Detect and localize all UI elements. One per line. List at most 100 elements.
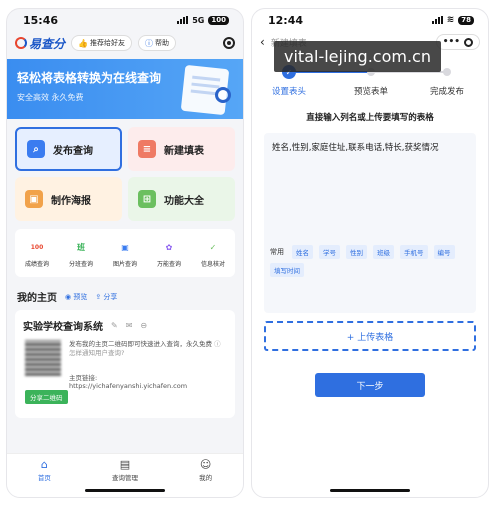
- tool-label: 成绩查询: [24, 260, 49, 268]
- invite-button[interactable]: 👍 推荐给好友: [71, 35, 132, 51]
- promo-banner[interactable]: 轻松将表格转换为在线查询 安全高效 永久免费: [7, 59, 243, 119]
- step-label-publish: 完成发布: [429, 87, 465, 97]
- tab-mine[interactable]: ☺ 我的: [199, 458, 213, 497]
- app-logo: 易查分: [15, 35, 65, 52]
- homepage-card: 实验学校查询系统 ✎ ✉ ⊖ 发布我的主页二维码即可快速进入查询，永久免费 ⓘ …: [15, 310, 235, 418]
- home-indicator: [85, 489, 165, 492]
- tool-label: 分班查询: [68, 260, 93, 268]
- tab-home[interactable]: ⌂ 首页: [37, 458, 51, 497]
- picture-icon: ▣: [121, 243, 129, 252]
- card-desc-text: 发布我的主页二维码即可快速进入查询，永久免费: [69, 340, 212, 348]
- common-label: 常用: [270, 248, 284, 256]
- help-question-link[interactable]: 怎样通知用户查询?: [69, 349, 124, 357]
- card-description: 发布我的主页二维码即可快速进入查询，永久免费 ⓘ 怎样通知用户查询?: [69, 340, 227, 358]
- chip-class[interactable]: 班级: [373, 245, 394, 259]
- instruction-text: 直接输入列名或上传要填写的表格: [306, 113, 434, 123]
- publish-query-tile[interactable]: ⌕ 发布查询: [15, 127, 122, 171]
- phone-home-screen: 15:46 5G 100 易查分 👍 推荐给好友 ⓘ 帮助 轻松将表格转换为在线…: [6, 8, 244, 498]
- help-label: 帮助: [154, 39, 169, 47]
- my-home-header: 我的主页 ◉ 预览 ⇪ 分享: [7, 277, 243, 310]
- search-doc-icon: ⌕: [27, 140, 45, 158]
- column-input-area[interactable]: 姓名,性别,家庭住址,联系电话,特长,获奖情况 常用 姓名 学号 性别 班级 手…: [264, 133, 476, 313]
- help-question-icon: ⓘ: [214, 340, 221, 348]
- phone-new-form-screen: 12:44 ≋ 78 ‹ 新建填表 ••• vital-lejing.com.c…: [251, 8, 489, 498]
- back-chevron-icon[interactable]: ‹: [260, 35, 265, 49]
- edit-icon[interactable]: ✎: [111, 321, 118, 330]
- flower-icon: ✿: [165, 243, 173, 252]
- more-icon[interactable]: •••: [443, 37, 460, 47]
- thumbs-up-icon: 👍: [78, 38, 88, 48]
- tile-label: 发布查询: [53, 145, 93, 157]
- tool-score-query[interactable]: 100 成绩查询: [25, 241, 49, 268]
- tool-class-query[interactable]: 班 分班查询: [69, 241, 93, 268]
- all-features-tile[interactable]: ⊞ 功能大全: [128, 177, 235, 221]
- homepage-link-label: 主页链接:: [69, 374, 98, 382]
- upload-table-button[interactable]: + 上传表格: [264, 321, 476, 351]
- help-button[interactable]: ⓘ 帮助: [137, 35, 176, 51]
- tool-label: 信息核对: [200, 260, 225, 268]
- common-fields: 常用 姓名 学号 性别 班级 手机号 编号 填写时间: [270, 245, 470, 277]
- signal-icon: [431, 16, 443, 24]
- form-icon: ≡: [138, 140, 156, 158]
- tool-info-check[interactable]: ✓ 信息核对: [201, 241, 225, 268]
- miniprogram-close-icon[interactable]: [464, 37, 473, 47]
- chip-fill-time[interactable]: 填写时间: [270, 263, 304, 277]
- chip-student-id[interactable]: 学号: [319, 245, 340, 259]
- chip-name[interactable]: 姓名: [292, 245, 313, 259]
- user-icon: ☺: [199, 457, 212, 471]
- status-bar: 15:46 5G 100: [7, 9, 243, 31]
- main-actions: ⌕ 发布查询 ≡ 新建填表 ▣ 制作海报 ⊞ 功能大全: [7, 119, 243, 221]
- status-icons: ≋ 78: [431, 15, 474, 25]
- check-icon: ✓: [209, 243, 217, 252]
- miniprogram-capsule[interactable]: •••: [435, 34, 480, 50]
- watermark: vital-lejing.com.cn: [274, 41, 441, 72]
- manage-icon: ▤: [119, 457, 131, 471]
- tool-label: 图片查询: [112, 260, 137, 268]
- status-time: 12:44: [268, 13, 304, 27]
- share-qr-button[interactable]: 分享二维码: [25, 390, 68, 404]
- home-indicator: [330, 489, 410, 492]
- magnifier-icon: [215, 87, 231, 103]
- next-step-button[interactable]: 下一步: [315, 373, 425, 397]
- homepage-link[interactable]: https://yichafenyanshi.yichafen.com: [69, 382, 187, 390]
- wifi-icon: ≋: [446, 15, 455, 25]
- tab-label: 查询管理: [111, 474, 138, 482]
- share-link[interactable]: ⇪ 分享: [95, 292, 117, 302]
- network-label: 5G: [192, 15, 205, 25]
- score-icon: 100: [30, 244, 44, 251]
- step-label-preview: 预览表单: [353, 87, 389, 97]
- help-icon: ⓘ: [144, 38, 153, 48]
- query-tools: 100 成绩查询 班 分班查询 ▣ 图片查询 ✿ 万能查询 ✓ 信息核对: [15, 229, 235, 277]
- status-bar: 12:44 ≋ 78: [252, 9, 488, 31]
- image-icon: ▣: [25, 190, 43, 208]
- apps-icon: ⊞: [138, 190, 156, 208]
- class-icon: 班: [76, 243, 85, 252]
- tool-image-query[interactable]: ▣ 图片查询: [113, 241, 137, 268]
- signal-icon: [177, 16, 189, 24]
- make-poster-tile[interactable]: ▣ 制作海报: [15, 177, 122, 221]
- tile-label: 新建填表: [164, 145, 204, 157]
- mail-icon[interactable]: ✉: [126, 321, 133, 330]
- link-icon[interactable]: ⊖: [140, 321, 147, 330]
- step-label-header: 设置表头: [271, 87, 307, 97]
- card-title-row: 实验学校查询系统 ✎ ✉ ⊖: [23, 318, 227, 333]
- chip-number[interactable]: 编号: [433, 245, 455, 259]
- app-header: 易查分 👍 推荐给好友 ⓘ 帮助: [7, 31, 243, 55]
- status-icons: 5G 100: [177, 15, 229, 25]
- qr-code-image: [25, 340, 61, 376]
- chip-phone[interactable]: 手机号: [400, 245, 428, 259]
- miniprogram-close-icon[interactable]: [223, 37, 235, 49]
- tab-label: 我的: [199, 474, 213, 482]
- chip-gender[interactable]: 性别: [346, 245, 367, 259]
- battery-icon: 78: [458, 15, 474, 25]
- invite-label: 推荐给好友: [89, 39, 125, 47]
- tool-universal-query[interactable]: ✿ 万能查询: [157, 241, 181, 268]
- new-form-tile[interactable]: ≡ 新建填表: [128, 127, 235, 171]
- tool-label: 万能查询: [156, 260, 181, 268]
- tab-label: 首页: [37, 474, 51, 482]
- column-input-value: 姓名,性别,家庭住址,联系电话,特长,获奖情况: [272, 143, 439, 153]
- logo-text: 易查分: [29, 36, 66, 51]
- preview-link[interactable]: ◉ 预览: [65, 292, 87, 302]
- card-title: 实验学校查询系统: [23, 322, 103, 333]
- step-dot-publish: [443, 68, 451, 76]
